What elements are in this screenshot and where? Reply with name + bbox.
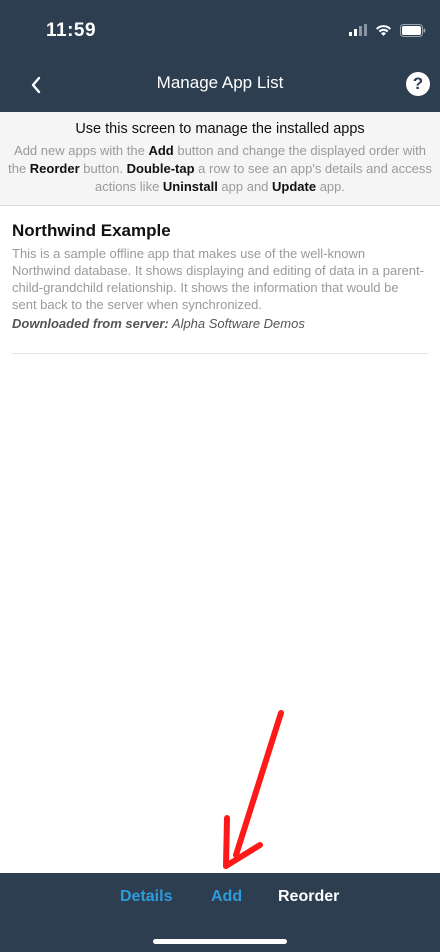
app-list-item[interactable]: Northwind Example This is a sample offli… — [12, 206, 428, 354]
intro-double-tap-keyword: Double-tap — [126, 161, 195, 176]
intro-text: app and — [217, 179, 273, 194]
battery-icon — [400, 23, 426, 37]
home-area — [0, 923, 440, 952]
intro-text: Add new apps with the — [14, 143, 149, 158]
status-bar: 11:59 — [0, 0, 440, 58]
app-source-value: Alpha Software Demos — [168, 316, 305, 331]
bottom-toolbar: Details Add Reorder — [0, 873, 440, 923]
back-button[interactable] — [22, 71, 50, 99]
details-button[interactable]: Details — [120, 888, 172, 906]
app-source: Downloaded from server: Alpha Software D… — [12, 316, 428, 331]
nav-bar: Manage App List ? — [0, 58, 440, 112]
intro-update-keyword: Update — [272, 179, 317, 194]
status-icons — [349, 22, 426, 38]
intro-text: app. — [316, 179, 346, 194]
intro-body: Add new apps with the Add button and cha… — [6, 142, 434, 196]
app-title: Northwind Example — [12, 221, 171, 240]
screen: 11:59 Manage App List ? Use this screen … — [0, 0, 440, 952]
help-icon[interactable]: ? — [406, 72, 430, 96]
status-time: 11:59 — [46, 20, 97, 41]
intro-panel: Use this screen to manage the installed … — [0, 112, 440, 206]
signal-icon — [349, 24, 367, 36]
add-button[interactable]: Add — [211, 888, 242, 906]
page-title: Manage App List — [156, 73, 284, 92]
intro-reorder-keyword: Reorder — [29, 161, 80, 176]
app-description: This is a sample offline app that makes … — [12, 246, 424, 312]
intro-add-keyword: Add — [148, 143, 174, 158]
app-source-label: Downloaded from server: — [12, 316, 169, 331]
intro-heading: Use this screen to manage the installed … — [75, 121, 365, 137]
intro-text: button. — [79, 161, 127, 176]
reorder-button[interactable]: Reorder — [278, 888, 339, 906]
wifi-icon — [376, 24, 391, 36]
intro-uninstall-keyword: Uninstall — [162, 179, 218, 194]
home-indicator — [153, 939, 287, 944]
back-chevron-icon — [31, 76, 41, 94]
